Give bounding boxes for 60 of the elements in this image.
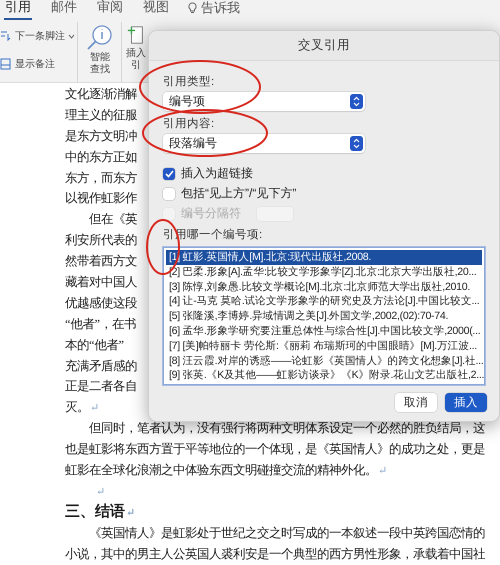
text-line: 以视作虹影作 [65, 191, 137, 206]
notes-icon [0, 58, 12, 70]
text-line: 中的东方正如 [65, 150, 137, 164]
paragraph-mark: ↵ [126, 506, 136, 519]
list-item[interactable]: [7] [美]帕特丽卡 劳伦斯:《丽莉 布瑞斯珂的中国眼睛》[M].万江波... [166, 338, 482, 354]
stepper-icon [350, 94, 363, 109]
section-heading: 三、结语 [65, 504, 125, 520]
list-item[interactable]: [8] 汪云霞.对岸的诱惑——论虹影《英国情人》的跨文化想象[J].社... [166, 354, 482, 368]
checkbox[interactable] [163, 188, 175, 200]
text-line: 正是二者各自 [65, 379, 137, 394]
field-label: 引用内容: [163, 116, 216, 131]
insert-button[interactable]: 插入 [445, 393, 487, 412]
checkbox-label: 包括“见上方”/“见下方” [181, 185, 296, 202]
text-line: 东方，而东方 [65, 170, 137, 185]
tell-me-link[interactable]: 告诉我 [201, 0, 240, 17]
list-item[interactable]: [6] 孟华.形象学研究要注重总体性与综合性[J].中国比较文学,2000(... [166, 324, 482, 339]
field-label: 引用类型: [163, 74, 216, 89]
checkbox[interactable] [163, 168, 175, 180]
text-line: 本的“他者” [65, 338, 124, 352]
list-item[interactable]: [9] 张英.《K及其他——虹影访谈录》《K》附录.花山文艺出版社,2... [166, 368, 482, 384]
text-line: 充满矛盾感的 [65, 358, 137, 373]
paragraph-mark: ↵ [90, 402, 100, 414]
text-line: 然带着西方文 [65, 254, 137, 268]
text-line: “他者”，在书 [65, 316, 136, 331]
text-line: 灭。 [65, 400, 89, 414]
cancel-button[interactable]: 取消 [395, 393, 437, 412]
text-line: 《英国情人》是虹影处于世纪之交之时写成的一本叙述一段中英跨国恋情的 [88, 526, 485, 540]
text-line: 利安所代表的 [65, 233, 137, 248]
ribbon-tab[interactable]: 引用 [4, 0, 32, 20]
checkbox-label: 编号分隔符 [181, 205, 241, 222]
dialog-title: 交叉引用 [149, 31, 499, 61]
lightbulb-icon [188, 2, 197, 14]
text-line: 优越感使这段 [65, 296, 137, 310]
reference-type-select[interactable]: 编号项 [163, 92, 365, 111]
footnote-icon [0, 30, 12, 42]
list-item[interactable]: [3] 陈惇,刘象愚.比较文学概论[M].北京:北京师范大学出版社,2010. [166, 280, 482, 294]
smart-lookup-button[interactable]: 智能 查找 [78, 24, 114, 76]
search-icon [86, 24, 114, 52]
insert-citation-button[interactable]: 插入 引 [122, 22, 146, 82]
stepper-icon [350, 136, 363, 151]
checkbox-label: 插入为超链接 [181, 165, 253, 182]
text-line: 也是虹影将东西方置于平等地位的一个体现，是《英国情人》的成功之处，更是 [65, 442, 485, 456]
text-line: 是东方文明冲 [65, 128, 137, 143]
next-footnote-button[interactable]: 下一条脚注 [0, 29, 75, 43]
text-line: 文化逐渐消解 [65, 87, 137, 101]
text-line: 虹影在全球化浪潮之中体验东西文明碰撞交流的精神外化。 [65, 463, 377, 478]
paragraph-mark: ↵ [378, 465, 388, 478]
list-item[interactable]: [5] 张隆溪,李博婷.异域情调之美[J].外国文学,2002,(02):70-74. [166, 309, 482, 324]
text-line: 小说，其中的男主人公英国人裘利安是一个典型的西方男性形象，承载着中国社 [65, 546, 485, 561]
ribbon-tab[interactable]: 视图 [142, 0, 170, 20]
text-line: 理主义的征服 [65, 108, 137, 122]
text-line: 但在《英 [88, 212, 137, 226]
reference-content-select[interactable]: 段落编号 [163, 134, 365, 153]
ribbon-tab[interactable]: 邮件 [50, 0, 78, 20]
list-item[interactable]: [4] 让-马克 莫哈.试论文学形象学的研究史及方法论[J].中国比较文... [166, 294, 482, 310]
text-line: 但同时，笔者认为，没有强行将两种文明体系设定一个必然的胜负结局，这 [88, 421, 485, 436]
chevron-down-icon [68, 34, 75, 38]
paragraph-mark: ↵ [96, 486, 106, 498]
text-line: 藏着对中国人 [65, 275, 137, 290]
show-notes-button[interactable]: 显示备注 [0, 57, 55, 71]
